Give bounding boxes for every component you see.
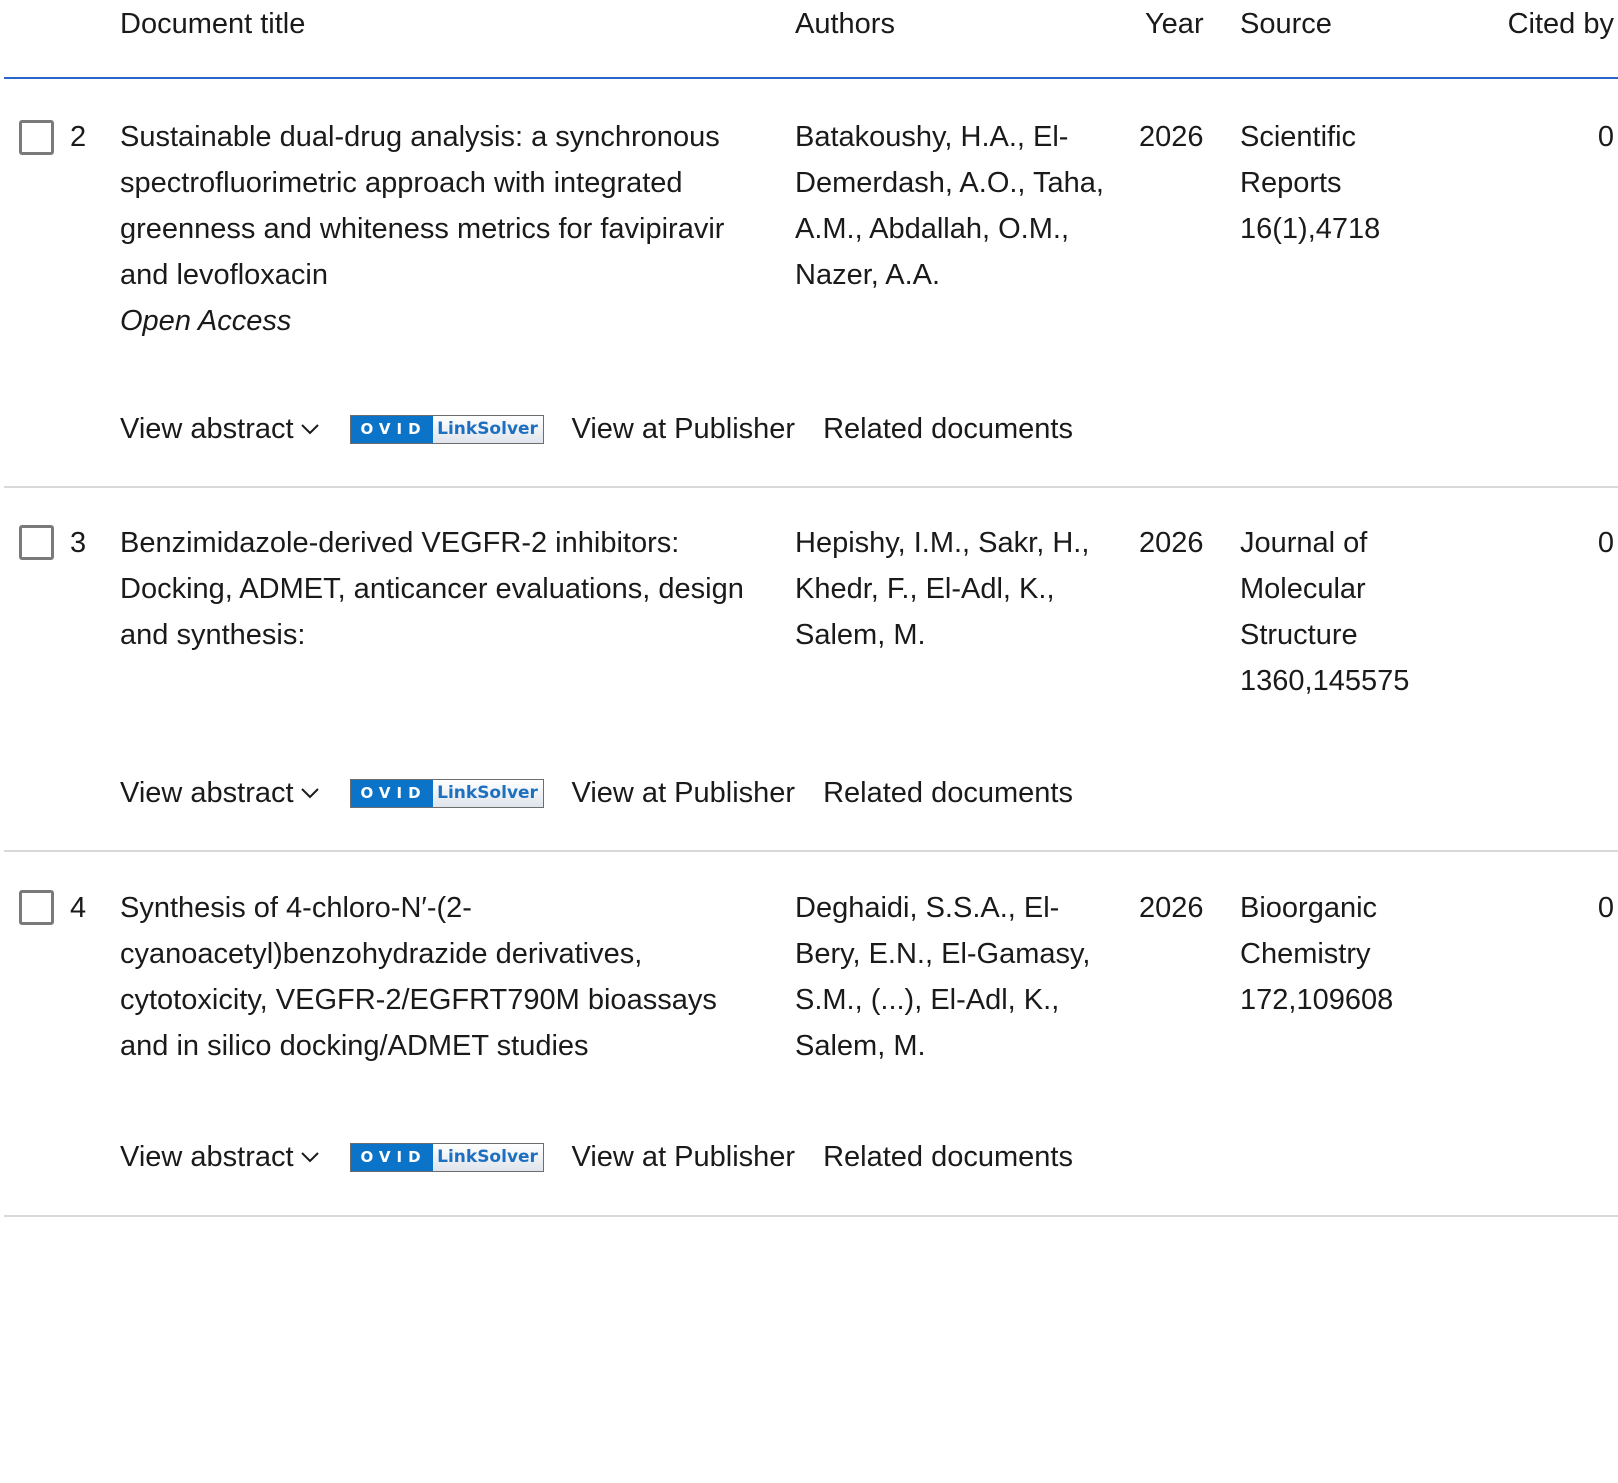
chevron-down-icon — [300, 424, 319, 435]
document-title-link[interactable]: Synthesis of 4-chloro-N′-(2-cyanoacetyl)… — [120, 892, 717, 1062]
result-actions: View abstract OVID LinkSolver View at Pu… — [120, 1134, 1073, 1180]
related-documents-link[interactable]: Related documents — [823, 406, 1073, 452]
ovid-logo: OVID — [350, 415, 433, 443]
column-header-source[interactable]: Source — [1240, 6, 1332, 42]
view-at-publisher-link[interactable]: View at Publisher — [572, 406, 796, 452]
view-abstract-button[interactable]: View abstract — [120, 406, 320, 452]
column-header-year[interactable]: Year — [1145, 6, 1204, 42]
year-cell: 2026 — [1139, 892, 1204, 924]
cited-by-cell[interactable]: 0 — [1560, 114, 1614, 160]
cited-by-cell[interactable]: 0 — [1560, 520, 1614, 566]
document-title-cell: Synthesis of 4-chloro-N′-(2-cyanoacetyl)… — [120, 885, 760, 1069]
row-divider — [4, 1215, 1618, 1217]
document-title-cell: Benzimidazole-derived VEGFR-2 inhibitors… — [120, 520, 760, 658]
row-divider — [4, 850, 1618, 852]
column-header-document-title[interactable]: Document title — [120, 6, 305, 42]
linksolver-label: LinkSolver — [432, 779, 543, 807]
view-abstract-button[interactable]: View abstract — [120, 770, 320, 816]
document-title-link[interactable]: Sustainable dual-drug analysis: a synchr… — [120, 121, 724, 291]
year-cell: 2026 — [1139, 527, 1204, 559]
related-documents-link[interactable]: Related documents — [823, 770, 1073, 816]
view-abstract-label: View abstract — [120, 777, 294, 809]
authors-cell[interactable]: Batakoushy, H.A., El-Demerdash, A.O., Ta… — [795, 114, 1115, 298]
column-header-cited-by[interactable]: Cited by — [1508, 6, 1614, 42]
result-number: 2 — [70, 121, 87, 153]
view-abstract-button[interactable]: View abstract — [120, 1134, 320, 1180]
source-cell[interactable]: Bioorganic Chemistry 172,109608 — [1240, 885, 1440, 1023]
chevron-down-icon — [300, 1152, 319, 1163]
authors-cell[interactable]: Deghaidi, S.S.A., El-Bery, E.N., El-Gama… — [795, 885, 1115, 1069]
select-checkbox[interactable] — [19, 890, 54, 925]
result-actions: View abstract OVID LinkSolver View at Pu… — [120, 770, 1073, 816]
result-number: 3 — [70, 527, 87, 559]
related-documents-link[interactable]: Related documents — [823, 1134, 1073, 1180]
chevron-down-icon — [300, 788, 319, 799]
view-at-publisher-link[interactable]: View at Publisher — [572, 1134, 796, 1180]
header-divider — [4, 77, 1618, 79]
cited-by-cell[interactable]: 0 — [1560, 885, 1614, 931]
ovid-logo: OVID — [350, 1143, 433, 1171]
result-number: 4 — [70, 892, 87, 924]
ovid-linksolver-button[interactable]: OVID LinkSolver — [349, 414, 544, 444]
authors-cell[interactable]: Hepishy, I.M., Sakr, H., Khedr, F., El-A… — [795, 520, 1115, 658]
ovid-linksolver-button[interactable]: OVID LinkSolver — [349, 1142, 544, 1172]
results-table-header: Document title Authors Year Source Cited… — [0, 0, 1618, 80]
row-divider — [4, 486, 1618, 488]
view-abstract-label: View abstract — [120, 1141, 294, 1173]
ovid-logo: OVID — [350, 779, 433, 807]
view-abstract-label: View abstract — [120, 413, 294, 445]
year-cell: 2026 — [1139, 121, 1204, 153]
document-title-cell: Sustainable dual-drug analysis: a synchr… — [120, 114, 760, 344]
document-title-link[interactable]: Benzimidazole-derived VEGFR-2 inhibitors… — [120, 527, 744, 651]
linksolver-label: LinkSolver — [432, 1143, 543, 1171]
view-at-publisher-link[interactable]: View at Publisher — [572, 770, 796, 816]
column-header-authors[interactable]: Authors — [795, 6, 895, 42]
ovid-linksolver-button[interactable]: OVID LinkSolver — [349, 778, 544, 808]
source-cell[interactable]: Scientific Reports 16(1),4718 — [1240, 114, 1440, 252]
open-access-label: Open Access — [120, 305, 292, 337]
linksolver-label: LinkSolver — [432, 415, 543, 443]
select-checkbox[interactable] — [19, 120, 54, 155]
select-checkbox[interactable] — [19, 525, 54, 560]
source-cell[interactable]: Journal of Molecular Structure 1360,1455… — [1240, 520, 1440, 704]
result-actions: View abstract OVID LinkSolver View at Pu… — [120, 406, 1073, 452]
